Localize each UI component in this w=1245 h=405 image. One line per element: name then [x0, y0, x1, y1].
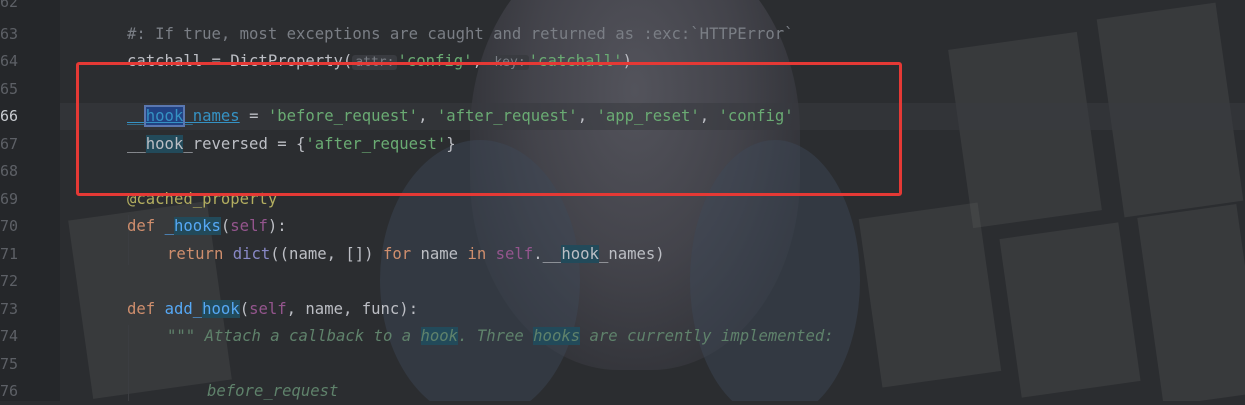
search-highlight: hooks [173, 217, 221, 235]
search-highlight: hook [202, 300, 240, 318]
artwork-paper [948, 31, 1102, 229]
keyword: for [382, 245, 412, 263]
line-number[interactable]: 70 [0, 213, 18, 240]
keyword: return [167, 245, 233, 263]
code-line-74[interactable]: """ Attach a callback to a hook. Three h… [167, 323, 834, 350]
function-name: _ [164, 217, 174, 235]
line-number[interactable]: 65 [0, 76, 18, 103]
code-text: ): [267, 217, 287, 235]
docstring: are currently implemented: [580, 327, 834, 345]
code-text: , name, func): [286, 300, 419, 318]
code-line-63[interactable]: #: If true, most exceptions are caught a… [127, 21, 794, 48]
docstring: before_request [207, 382, 339, 400]
docstring: """ [167, 327, 205, 345]
line-number[interactable]: 74 [0, 323, 18, 350]
comment: #: If true, most exceptions are caught a… [127, 25, 794, 43]
line-number[interactable]: 73 [0, 296, 18, 323]
line-number[interactable]: 63 [0, 21, 18, 48]
code-text: ( [220, 217, 231, 235]
line-number[interactable]: 69 [0, 186, 18, 213]
code-text: ( [239, 300, 250, 318]
builtin: dict [232, 245, 271, 263]
code-text: .__ [533, 245, 562, 263]
code-text: ((name, []) [270, 245, 383, 263]
artwork-paper [1137, 203, 1245, 401]
docstring: Attach a callback to a [204, 327, 421, 345]
line-number[interactable]: 68 [0, 158, 18, 185]
code-text: _names) [598, 245, 665, 263]
indent-guide [128, 325, 129, 401]
line-number[interactable]: 72 [0, 268, 18, 295]
function-name: add_ [164, 300, 203, 318]
keyword: def [127, 217, 165, 235]
search-highlight: hook [561, 245, 599, 263]
artwork-paper [858, 202, 1002, 388]
line-number-active[interactable]: 66 [0, 103, 18, 130]
code-line-70[interactable]: def _hooks(self): [127, 213, 287, 240]
keyword: def [127, 300, 165, 318]
artwork-paper [999, 222, 1141, 398]
code-line-73[interactable]: def add_hook(self, name, func): [127, 296, 418, 323]
line-number[interactable]: 71 [0, 241, 18, 268]
code-line-71[interactable]: return dict((name, []) for name in self.… [167, 241, 665, 268]
self-ref: self [495, 245, 534, 263]
line-number-gutter[interactable]: 62 63 64 65 66 67 68 69 70 71 72 73 74 7… [0, 0, 60, 401]
line-number[interactable]: 62 [0, 0, 18, 16]
line-number[interactable]: 75 [0, 351, 18, 378]
keyword: in [467, 245, 487, 263]
search-highlight: hooks [533, 327, 581, 345]
self-param: self [230, 217, 268, 235]
docstring: . Three [458, 327, 534, 345]
self-param: self [249, 300, 287, 318]
line-number[interactable]: 64 [0, 48, 18, 75]
annotation-highlight-box [76, 62, 902, 196]
code-text: name [411, 245, 468, 263]
line-number[interactable]: 67 [0, 131, 18, 158]
search-highlight: hook [420, 327, 459, 345]
